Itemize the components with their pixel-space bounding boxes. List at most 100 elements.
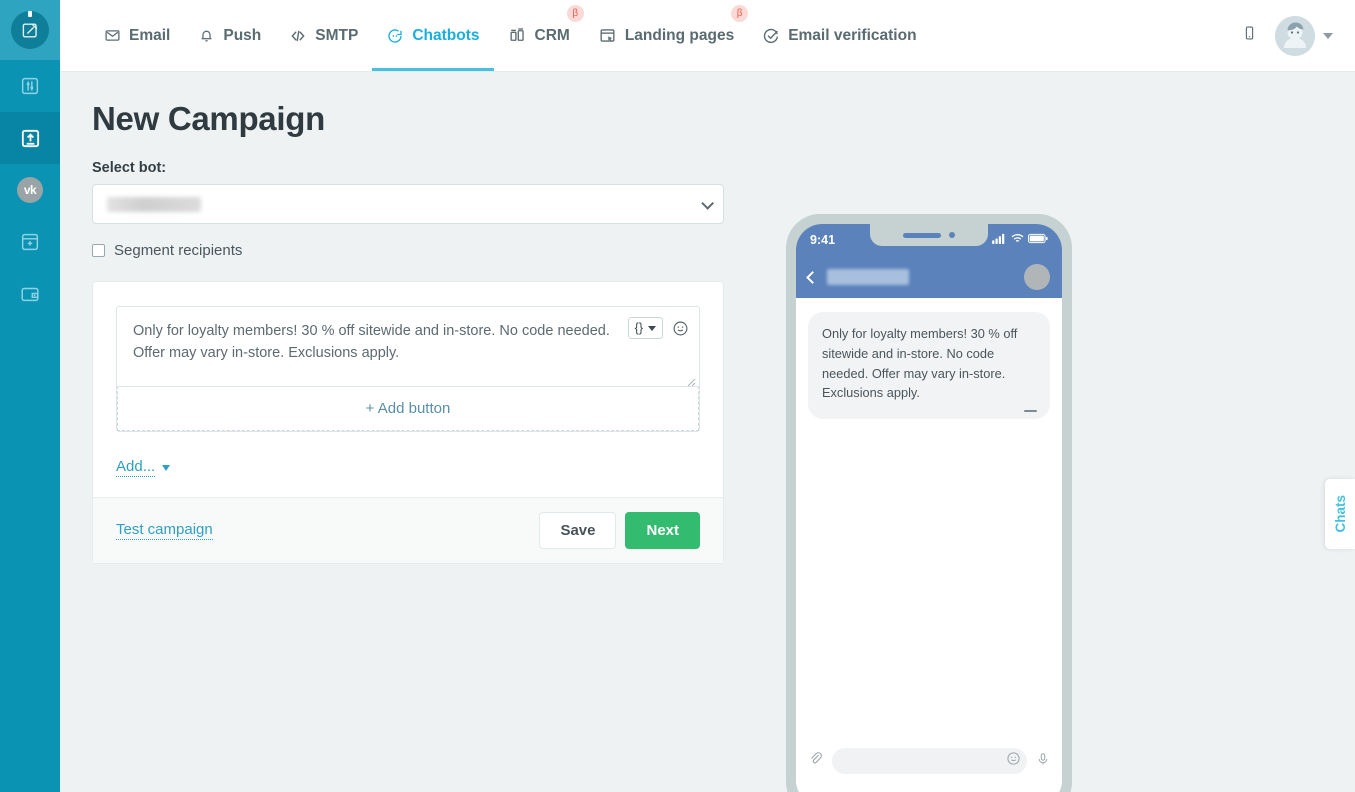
chevron-down-icon <box>1323 33 1333 39</box>
message-card: Only for loyalty members! 30 % off sitew… <box>92 281 724 564</box>
message-text: Only for loyalty members! 30 % off sitew… <box>133 323 610 361</box>
add-dropdown-label: Add... <box>116 458 155 477</box>
tab-landing-pages[interactable]: Landing pages β <box>584 0 748 71</box>
topbar-right-actions <box>1242 16 1355 56</box>
phone-status-bar: 9:41 <box>796 224 1062 256</box>
tab-email[interactable]: Email <box>90 0 184 71</box>
wallet-icon <box>19 283 41 305</box>
sidebar-item-campaigns[interactable] <box>0 112 60 164</box>
message-textarea[interactable]: Only for loyalty members! 30 % off sitew… <box>117 307 699 386</box>
tab-smtp[interactable]: SMTP <box>275 0 372 71</box>
message-card-footer: Test campaign Save Next <box>93 497 723 563</box>
message-card-body: Only for loyalty members! 30 % off sitew… <box>93 282 723 497</box>
tab-label: Landing pages <box>625 27 734 45</box>
editor-toolbar: {} <box>628 317 689 339</box>
sidebar-item-automations[interactable] <box>0 60 60 112</box>
tab-label: CRM <box>535 27 570 45</box>
page-body: New Campaign Select bot: Segment recipie… <box>60 72 1355 792</box>
tab-label: Email <box>129 27 170 45</box>
select-bot-dropdown[interactable] <box>92 184 724 224</box>
phone-chat-area: Only for loyalty members! 30 % off sitew… <box>796 298 1062 738</box>
caret-down-icon <box>162 465 170 471</box>
left-sidebar: vk <box>0 0 60 792</box>
envelope-icon <box>104 27 121 44</box>
bell-icon <box>198 27 215 44</box>
phone-message-input[interactable] <box>832 748 1027 774</box>
mobile-phone-icon[interactable] <box>1242 23 1257 48</box>
user-avatar-icon <box>1275 16 1315 56</box>
bubble-text: Only for loyalty members! 30 % off sitew… <box>822 326 1017 400</box>
tab-label: SMTP <box>315 27 358 45</box>
wifi-icon <box>1011 231 1024 249</box>
contact-avatar-icon <box>1024 264 1050 290</box>
smiley-face-icon[interactable] <box>672 320 689 337</box>
front-camera <box>949 232 955 238</box>
microphone-icon[interactable] <box>1036 751 1050 772</box>
beta-badge: β <box>567 5 584 22</box>
sidebar-item-add-content[interactable] <box>0 216 60 268</box>
phone-home-indicator <box>796 784 1062 792</box>
message-bubble: Only for loyalty members! 30 % off sitew… <box>808 312 1050 419</box>
footer-buttons: Save Next <box>539 512 700 549</box>
add-button-action[interactable]: + Add button <box>117 386 699 431</box>
back-chevron-icon[interactable] <box>806 271 819 284</box>
code-brackets-icon <box>289 27 307 45</box>
speaker-grill <box>903 233 941 238</box>
tab-label: Push <box>223 27 261 45</box>
bubble-dash-marker <box>1024 410 1037 412</box>
tab-email-verification[interactable]: Email verification <box>748 0 930 71</box>
primary-nav: Email Push <box>60 0 931 71</box>
paperclip-icon[interactable] <box>808 751 823 771</box>
phone-screen: 9:41 <box>796 224 1062 792</box>
crm-columns-icon <box>508 26 527 45</box>
tab-push[interactable]: Push <box>184 0 275 71</box>
vk-icon: vk <box>17 177 43 203</box>
sidebar-item-billing[interactable] <box>0 268 60 320</box>
segment-recipients-checkbox[interactable] <box>92 244 105 257</box>
redacted-bot-name <box>107 197 201 212</box>
logo-notch <box>28 11 32 17</box>
select-bot-wrapper <box>92 184 724 224</box>
main-column: Email Push <box>60 0 1355 792</box>
tab-chatbots[interactable]: Chatbots <box>372 0 493 71</box>
add-book-icon <box>19 231 41 253</box>
landing-page-icon <box>598 26 617 45</box>
top-navigation-bar: Email Push <box>60 0 1355 72</box>
curly-braces-icon: {} <box>635 319 643 338</box>
chat-bubble-icon <box>386 27 404 45</box>
app-logo[interactable] <box>0 0 60 60</box>
caret-down-icon <box>648 326 656 331</box>
phone-chat-header <box>796 256 1062 298</box>
cellular-signal-icon <box>992 231 1007 249</box>
phone-preview: 9:41 <box>786 214 1072 792</box>
test-campaign-link[interactable]: Test campaign <box>116 521 213 540</box>
select-bot-label: Select bot: <box>92 160 1355 176</box>
battery-icon <box>1028 231 1048 249</box>
user-menu[interactable] <box>1275 16 1333 56</box>
tab-label: Chatbots <box>412 27 479 45</box>
sliders-icon <box>19 75 41 97</box>
app-root: vk <box>0 0 1355 792</box>
status-time: 9:41 <box>810 233 835 247</box>
status-icons <box>992 231 1048 249</box>
page-title: New Campaign <box>92 100 1355 138</box>
segment-recipients-label: Segment recipients <box>114 242 242 259</box>
chats-tab-label: Chats <box>1333 495 1348 533</box>
add-dropdown[interactable]: Add... <box>116 458 170 477</box>
beta-badge: β <box>731 5 748 22</box>
check-circle-icon <box>762 27 780 45</box>
redacted-chat-name <box>827 269 909 285</box>
smiley-face-icon[interactable] <box>1006 751 1021 771</box>
next-button[interactable]: Next <box>625 512 700 549</box>
tab-label: Email verification <box>788 27 916 45</box>
sidebar-item-vk[interactable]: vk <box>0 164 60 216</box>
save-button[interactable]: Save <box>539 512 616 549</box>
phone-input-bar <box>796 738 1062 784</box>
variable-insert-button[interactable]: {} <box>628 317 663 339</box>
resize-grip-icon[interactable] <box>686 373 696 383</box>
tab-crm[interactable]: CRM β <box>494 0 584 71</box>
upload-box-icon <box>19 127 42 150</box>
segment-recipients-row[interactable]: Segment recipients <box>92 242 1355 259</box>
chats-side-tab[interactable]: Chats <box>1325 479 1355 549</box>
phone-notch <box>870 224 988 246</box>
